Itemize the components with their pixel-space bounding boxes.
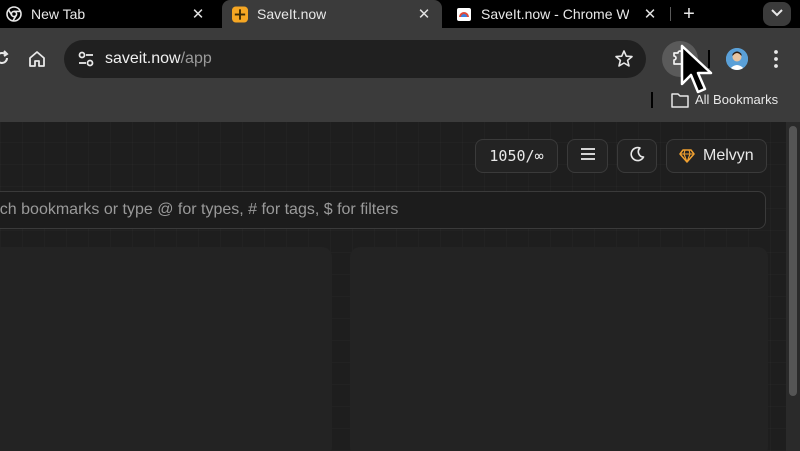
bookmark-count-badge[interactable]: 1050/∞ — [475, 139, 558, 173]
close-tab-icon[interactable]: ✕ — [414, 4, 434, 24]
new-tab-button[interactable]: + — [678, 3, 700, 25]
list-icon — [580, 147, 596, 166]
tab-title: New Tab — [31, 6, 86, 22]
bookmarks-divider — [651, 92, 653, 108]
close-tab-icon[interactable]: ✕ — [640, 4, 660, 24]
tab-web-store[interactable]: SaveIt.now - Chrome Web Store ✕ — [456, 0, 668, 28]
search-placeholder: Search bookmarks or type @ for types, # … — [0, 201, 399, 218]
saveit-icon — [232, 6, 248, 22]
tab-title: SaveIt.now - Chrome Web Store — [481, 6, 629, 22]
web-store-icon — [456, 6, 472, 22]
reload-icon[interactable] — [0, 48, 12, 68]
page-content: 1050/∞ Melvyn Search bookmarks or type @… — [0, 122, 786, 451]
scrollbar-thumb[interactable] — [789, 126, 797, 396]
bookmark-card[interactable] — [0, 247, 332, 451]
tab-separator — [670, 7, 671, 21]
tab-search-button[interactable] — [763, 2, 791, 26]
scrollbar[interactable] — [786, 122, 800, 451]
moon-icon — [629, 146, 645, 167]
close-tab-icon[interactable]: ✕ — [188, 4, 208, 24]
tune-icon[interactable] — [76, 49, 96, 69]
chrome-icon — [6, 6, 22, 22]
list-view-button[interactable] — [567, 139, 608, 173]
tab-saveit[interactable]: SaveIt.now ✕ — [222, 0, 442, 28]
user-name: Melvyn — [703, 147, 754, 164]
bookmark-count: 1050/∞ — [489, 147, 544, 165]
tab-new-tab[interactable]: New Tab ✕ — [6, 0, 216, 28]
mouse-cursor-icon — [680, 44, 713, 94]
home-icon[interactable] — [27, 49, 47, 69]
chevron-down-icon — [770, 5, 784, 23]
more-vert-icon[interactable] — [766, 48, 786, 70]
tab-strip: New Tab ✕ SaveIt.now ✕ SaveIt.now - Chro… — [0, 0, 800, 28]
url-path: /app — [180, 50, 212, 67]
url-host: saveit.now — [105, 50, 181, 67]
bookmark-card[interactable] — [350, 247, 768, 451]
star-icon[interactable] — [614, 49, 634, 69]
avatar[interactable] — [726, 48, 748, 70]
address-bar[interactable]: saveit.now/app — [64, 40, 646, 78]
theme-toggle-button[interactable] — [617, 139, 657, 173]
url-text: saveit.now/app — [105, 50, 212, 68]
search-input[interactable]: Search bookmarks or type @ for types, # … — [0, 191, 766, 229]
tab-title: SaveIt.now — [257, 6, 327, 22]
diamond-icon — [679, 149, 695, 163]
user-menu-button[interactable]: Melvyn — [666, 139, 767, 173]
